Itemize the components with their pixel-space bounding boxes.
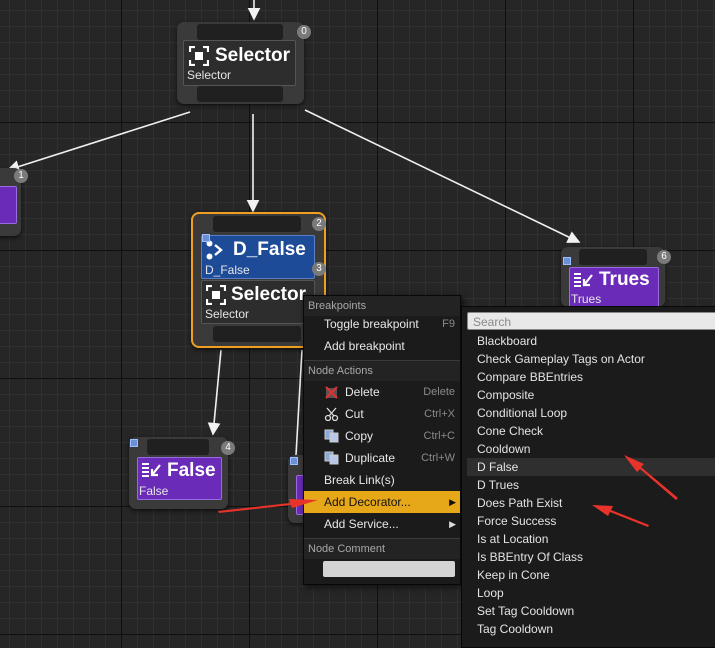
decorator-option[interactable]: Keep in Cone: [467, 566, 715, 584]
trues-task-node[interactable]: Trues Trues: [561, 247, 665, 309]
menu-item-add-decorator[interactable]: Add Decorator... ▶: [304, 491, 460, 513]
decorator-option[interactable]: Compare BBEntries: [467, 368, 715, 386]
chevron-right-icon: ▶: [449, 497, 456, 507]
decorator-option[interactable]: Blackboard: [467, 332, 715, 350]
decorator-subtitle: D_False: [205, 263, 250, 277]
menu-item-copy[interactable]: Copy Ctrl+C: [304, 425, 460, 447]
node-subtitle: False: [139, 484, 169, 498]
decorator-option[interactable]: Set Tag Cooldown: [467, 602, 715, 620]
decorator-option[interactable]: Is at Location: [467, 530, 715, 548]
menu-item-add-service[interactable]: Add Service... ▶: [304, 513, 460, 535]
input-pin[interactable]: [197, 24, 283, 40]
decorator-option[interactable]: Tag Cooldown: [467, 620, 715, 638]
wire-dfalse-to-false: [207, 349, 222, 436]
execution-order-badge: 6: [657, 250, 671, 264]
scissors-icon: [324, 407, 339, 421]
wire-dfalse-to-hidden: [295, 349, 303, 456]
menu-item-toggle-breakpoint[interactable]: Toggle breakpoint F9: [304, 313, 460, 335]
wire-root-to-left: [6, 111, 191, 173]
menu-item-label: Toggle breakpoint: [324, 317, 419, 331]
breakpoint-marker-icon: [290, 457, 298, 465]
node-actions-section-header: Node Actions: [304, 361, 460, 381]
output-pin[interactable]: [213, 326, 301, 342]
breakpoint-marker-icon: [130, 439, 138, 447]
menu-item-duplicate[interactable]: Duplicate Ctrl+W: [304, 447, 460, 469]
menu-item-label: Delete: [345, 385, 380, 399]
menu-item-label: Duplicate: [345, 451, 396, 465]
node-subtitle: Selector: [187, 68, 232, 82]
input-pin[interactable]: [579, 249, 647, 265]
execution-order-badge: 3: [312, 262, 326, 276]
execution-order-badge: 1: [14, 169, 28, 183]
node-title: False: [167, 460, 216, 481]
shortcut-label: Delete: [423, 386, 455, 398]
menu-item-cut[interactable]: Cut Ctrl+X: [304, 403, 460, 425]
decorator-branch-icon: [206, 240, 223, 260]
duplicate-icon: [324, 451, 339, 465]
output-pin[interactable]: [197, 86, 283, 102]
root-selector-node[interactable]: Selector Selector: [177, 22, 304, 104]
decorator-option[interactable]: Conditional Loop: [467, 404, 715, 422]
task-body: [0, 186, 17, 224]
task-list-icon: [142, 463, 161, 477]
shortcut-label: Ctrl+C: [423, 430, 455, 442]
execution-order-badge: 4: [221, 441, 235, 455]
node-title: Trues: [599, 269, 650, 290]
menu-item-break-links[interactable]: Break Link(s): [304, 469, 460, 491]
decorator-option[interactable]: Cone Check: [467, 422, 715, 440]
shortcut-label: Ctrl+X: [424, 408, 455, 420]
menu-item-add-breakpoint[interactable]: Add breakpoint: [304, 335, 460, 357]
chevron-right-icon: ▶: [449, 519, 456, 529]
menu-item-label: Break Link(s): [324, 473, 395, 487]
menu-item-label: Copy: [345, 429, 374, 443]
decorator-option[interactable]: Does Path Exist: [467, 494, 715, 512]
decorator-title: D_False: [233, 239, 306, 260]
selector-bracket-icon: [206, 285, 226, 305]
decorator-option[interactable]: Cooldown: [467, 440, 715, 458]
node-comment-section-header: Node Comment: [304, 539, 460, 559]
shortcut-label: F9: [442, 318, 455, 330]
node-title: Selector: [215, 45, 290, 66]
execution-order-badge: 0: [297, 25, 311, 39]
breakpoint-marker-icon: [563, 257, 571, 265]
menu-item-label: Cut: [345, 407, 364, 421]
decorator-option[interactable]: Composite: [467, 386, 715, 404]
decorator-option[interactable]: D Trues: [467, 476, 715, 494]
menu-item-label: Add Decorator...: [324, 495, 411, 509]
decorator-option[interactable]: Check Gameplay Tags on Actor: [467, 350, 715, 368]
input-pin[interactable]: [147, 439, 209, 455]
delete-icon: [325, 386, 338, 399]
decorator-search-input[interactable]: Search: [467, 312, 715, 330]
menu-item-label: Add Service...: [324, 517, 399, 531]
node-title: Selector: [231, 284, 306, 305]
input-pin[interactable]: [213, 216, 301, 232]
decorator-option[interactable]: Is BBEntry Of Class: [467, 548, 715, 566]
node-comment-input[interactable]: [323, 561, 455, 577]
decorator-submenu: Search Blackboard Check Gameplay Tags on…: [461, 306, 715, 648]
node-subtitle: Selector: [205, 307, 250, 321]
execution-order-badge: 2: [312, 217, 326, 231]
task-list-icon: [574, 273, 593, 287]
decorator-option-highlighted[interactable]: D False: [467, 458, 715, 476]
breakpoint-marker-icon: [202, 234, 210, 242]
menu-item-delete[interactable]: Delete Delete: [304, 381, 460, 403]
decorator-option[interactable]: Force Success: [467, 512, 715, 530]
decorator-option[interactable]: Loop: [467, 584, 715, 602]
copy-icon: [324, 429, 339, 443]
wire-root-to-trues: [304, 109, 581, 243]
node-context-menu: Breakpoints Toggle breakpoint F9 Add bre…: [303, 295, 461, 585]
node-subtitle: Trues: [571, 292, 602, 306]
false-task-node[interactable]: False False: [129, 437, 228, 509]
menu-item-label: Add breakpoint: [324, 339, 405, 353]
shortcut-label: Ctrl+W: [421, 452, 455, 464]
selector-bracket-icon: [189, 46, 209, 66]
